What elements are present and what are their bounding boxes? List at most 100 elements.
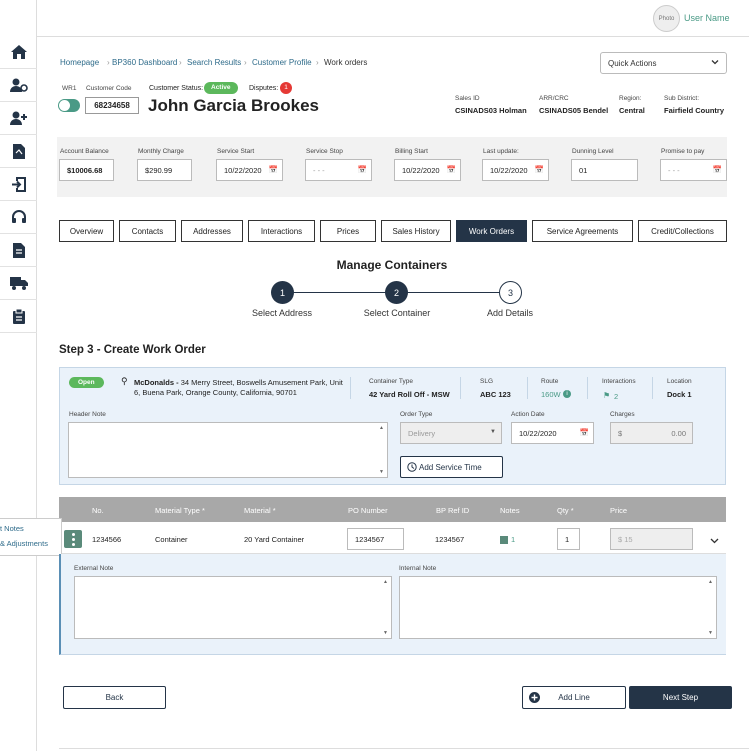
- col-material-type: Material Type *: [155, 506, 205, 515]
- customer-code: 68234658: [85, 97, 139, 114]
- internal-note-textarea[interactable]: ▲ ▼: [399, 576, 717, 639]
- add-service-time-button[interactable]: Add Service Time: [400, 456, 503, 478]
- cell-no: 1234566: [92, 535, 122, 544]
- menu-item-adjustments[interactable]: & Adjustments: [0, 539, 48, 548]
- calendar-icon[interactable]: 📅: [713, 165, 722, 174]
- order-type-select[interactable]: Delivery ▼: [400, 422, 502, 444]
- step-2-label: Select Container: [363, 308, 431, 318]
- info-icon[interactable]: i: [563, 390, 571, 398]
- route-value: 160W: [541, 390, 561, 399]
- scrollbar[interactable]: ▲ ▼: [379, 425, 385, 475]
- headset-icon[interactable]: [0, 201, 37, 234]
- promise-to-pay-date[interactable]: - - - 📅: [660, 159, 727, 181]
- billing-start-value: 10/22/2020: [402, 166, 440, 175]
- account-balance-field: $10006.68: [59, 159, 114, 181]
- step-3-circle[interactable]: 3: [499, 281, 522, 304]
- arr-value: CSINADS05 Bendel: [539, 106, 609, 115]
- order-type-value: Delivery: [408, 429, 436, 438]
- header-note-textarea[interactable]: ▲ ▼: [68, 422, 388, 478]
- subdistrict-value: Fairfield Country: [664, 106, 725, 115]
- customer-code-label: Customer Code: [86, 85, 132, 92]
- quick-actions-label: Quick Actions: [608, 59, 657, 68]
- charges-label: Charges: [610, 411, 635, 418]
- tab-service-agreements[interactable]: Service Agreements: [532, 220, 633, 242]
- calendar-icon[interactable]: 📅: [535, 165, 544, 174]
- step-2-circle[interactable]: 2: [385, 281, 408, 304]
- service-start-date[interactable]: 10/22/2020 📅: [216, 159, 283, 181]
- wr-label: WR1: [62, 85, 77, 92]
- tab-interactions[interactable]: Interactions: [248, 220, 315, 242]
- plus-circle-icon: [529, 692, 540, 705]
- last-update-value: 10/22/2020: [490, 166, 528, 175]
- document-icon[interactable]: [0, 234, 37, 267]
- add-user-icon[interactable]: [0, 102, 37, 135]
- action-date-field[interactable]: 10/22/2020 📅: [511, 422, 594, 444]
- disputes-count-badge[interactable]: 1: [280, 82, 292, 94]
- col-no: No.: [92, 506, 104, 515]
- clipboard-icon[interactable]: [0, 300, 37, 333]
- tab-overview[interactable]: Overview: [59, 220, 114, 242]
- tab-credit-collections[interactable]: Credit/Collections: [638, 220, 727, 242]
- billing-start-date[interactable]: 10/22/2020 📅: [394, 159, 461, 181]
- interactions-count[interactable]: 2: [614, 392, 618, 401]
- step-1-circle[interactable]: 1: [271, 281, 294, 304]
- cell-notes-count[interactable]: 1: [511, 535, 515, 544]
- step-1-label: Select Address: [251, 308, 313, 318]
- expand-chevron-icon[interactable]: [710, 532, 719, 550]
- pdf-icon[interactable]: [0, 135, 37, 168]
- users-gear-icon[interactable]: [0, 69, 37, 102]
- truck-icon[interactable]: [0, 267, 37, 300]
- kebab-menu-icon[interactable]: [64, 530, 82, 548]
- tab-work-orders[interactable]: Work Orders: [456, 220, 527, 242]
- tab-prices[interactable]: Prices: [320, 220, 376, 242]
- region-value: Central: [619, 106, 645, 115]
- service-start-label: Service Start: [217, 148, 255, 155]
- location-name: McDonalds -: [134, 378, 179, 387]
- service-stop-date[interactable]: - - - 📅: [305, 159, 372, 181]
- username[interactable]: User Name: [684, 13, 730, 23]
- breadcrumb-customer-profile[interactable]: Customer Profile: [252, 58, 312, 67]
- balance-label: Account Balance: [60, 148, 109, 155]
- interactions-label: Interactions: [602, 378, 636, 385]
- action-date-label: Action Date: [511, 411, 545, 418]
- breadcrumb-search-results[interactable]: Search Results: [187, 58, 241, 67]
- calendar-icon[interactable]: 📅: [358, 165, 367, 174]
- next-step-button[interactable]: Next Step: [629, 686, 732, 709]
- menu-item-notes[interactable]: t Notes: [0, 524, 24, 533]
- tab-addresses[interactable]: Addresses: [181, 220, 243, 242]
- calendar-icon[interactable]: 📅: [447, 165, 456, 174]
- quick-actions-select[interactable]: Quick Actions: [600, 52, 727, 74]
- col-notes: Notes: [500, 506, 520, 515]
- calendar-icon[interactable]: 📅: [269, 165, 278, 174]
- breadcrumb-homepage[interactable]: Homepage: [60, 58, 99, 67]
- home-icon[interactable]: [0, 36, 37, 69]
- breadcrumb-dashboard[interactable]: BP360 Dashboard: [112, 58, 177, 67]
- internal-note-label: Internal Note: [399, 565, 437, 572]
- external-note-label: External Note: [74, 565, 114, 572]
- scrollbar[interactable]: ▲ ▼: [383, 579, 389, 636]
- region-label: Region:: [619, 95, 642, 102]
- monthly-label: Monthly Charge: [138, 148, 184, 155]
- add-line-label: Add Line: [558, 693, 590, 702]
- add-service-time-label: Add Service Time: [419, 462, 482, 472]
- scrollbar[interactable]: ▲ ▼: [708, 579, 714, 636]
- dunning-level-field[interactable]: 01: [571, 159, 638, 181]
- external-note-textarea[interactable]: ▲ ▼: [74, 576, 392, 639]
- last-update-date[interactable]: 10/22/2020 📅: [482, 159, 549, 181]
- qty-input[interactable]: 1: [557, 528, 580, 550]
- clock-icon: [407, 462, 417, 474]
- import-icon[interactable]: [0, 168, 37, 201]
- po-number-input[interactable]: 1234567: [347, 528, 404, 550]
- slg-value: ABC 123: [480, 390, 511, 399]
- status-badge: Active: [204, 82, 238, 94]
- calendar-icon[interactable]: 📅: [580, 428, 589, 437]
- col-price: Price: [610, 506, 628, 515]
- container-type-value: 42 Yard Roll Off - MSW: [369, 390, 450, 399]
- tab-contacts[interactable]: Contacts: [119, 220, 176, 242]
- add-line-button[interactable]: Add Line: [522, 686, 626, 709]
- back-button[interactable]: Back: [63, 686, 166, 709]
- note-icon[interactable]: [500, 536, 508, 544]
- tab-sales-history[interactable]: Sales History: [381, 220, 451, 242]
- wr-toggle[interactable]: [58, 99, 80, 112]
- avatar[interactable]: Photo: [653, 5, 680, 32]
